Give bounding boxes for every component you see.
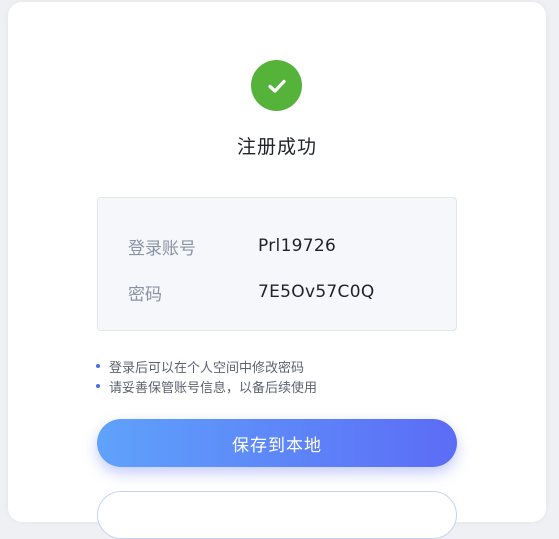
username-row: 登录账号 Prl19726 xyxy=(128,234,337,259)
tip-text: 登录后可以在个人空间中修改密码 xyxy=(109,360,305,376)
dialog-title: 注册成功 xyxy=(236,136,317,158)
password-label: 密码 xyxy=(128,284,162,305)
registration-success-card: 注册成功 登录账号 Prl19726 密码 7E5Ov57C0Q 登录后可以在个… xyxy=(8,2,546,539)
tips-list: 登录后可以在个人空间中修改密码 请妥善保管账号信息，以备后续使用 xyxy=(96,356,317,396)
bullet-dot-icon xyxy=(96,384,100,388)
username-label: 登录账号 xyxy=(128,238,196,259)
account-info-box: 登录账号 Prl19726 密码 7E5Ov57C0Q xyxy=(97,197,457,331)
username-value: Prl19726 xyxy=(258,236,337,256)
tip-item: 请妥善保管账号信息，以备后续使用 xyxy=(96,376,317,396)
password-row: 密码 7E5Ov57C0Q xyxy=(128,280,375,305)
success-check-icon xyxy=(251,60,302,111)
tip-text: 请妥善保管账号信息，以备后续使用 xyxy=(109,380,318,396)
bullet-dot-icon xyxy=(96,364,100,368)
tip-item: 登录后可以在个人空间中修改密码 xyxy=(96,356,317,376)
secondary-button[interactable] xyxy=(97,491,457,539)
password-value: 7E5Ov57C0Q xyxy=(258,282,375,302)
save-to-local-button[interactable]: 保存到本地 xyxy=(97,419,457,467)
